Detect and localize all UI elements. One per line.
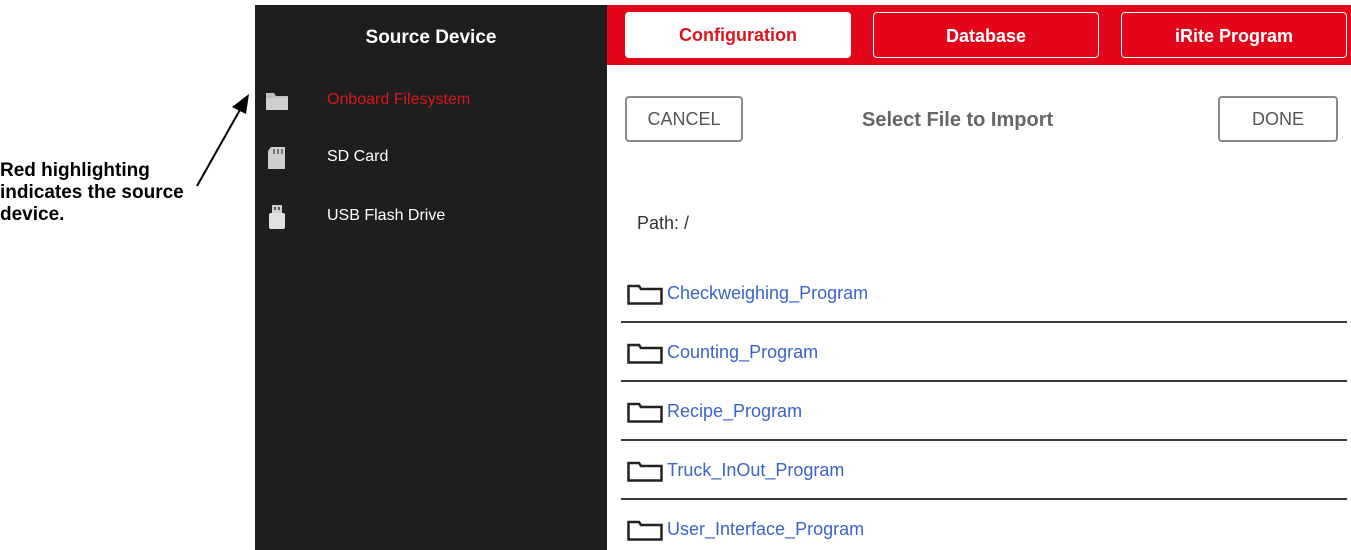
- file-name: User_Interface_Program: [667, 519, 865, 539]
- annotation-line-3: device.: [0, 204, 65, 225]
- source-device-sidebar: Source Device Onboard Filesystem SD Card…: [255, 5, 607, 550]
- path-label: Path: /: [637, 213, 690, 233]
- file-row-recipe-program[interactable]: Recipe_Program: [621, 382, 1347, 441]
- folder-icon: [627, 343, 663, 364]
- file-row-truck-inout-program[interactable]: Truck_InOut_Program: [621, 441, 1347, 500]
- folder-icon: [266, 93, 288, 110]
- sidebar-item-usb-flash-drive[interactable]: USB Flash Drive: [255, 199, 607, 239]
- file-import-panel: CANCEL Select File to Import DONE Path: …: [607, 65, 1351, 550]
- file-name: Checkweighing_Program: [667, 283, 869, 303]
- usb-drive-icon: [269, 205, 285, 229]
- file-row-user-interface-program[interactable]: User_Interface_Program: [621, 500, 1347, 550]
- file-name: Recipe_Program: [667, 401, 803, 421]
- file-row-counting-program[interactable]: Counting_Program: [621, 323, 1347, 382]
- sidebar-item-label: SD Card: [327, 148, 389, 165]
- folder-icon: [627, 461, 663, 482]
- sd-card-icon: [268, 147, 285, 169]
- tab-irite-program[interactable]: iRite Program: [1121, 12, 1347, 58]
- tab-configuration[interactable]: Configuration: [625, 12, 851, 58]
- tab-database[interactable]: Database: [873, 12, 1099, 58]
- sidebar-item-label: Onboard Filesystem: [327, 91, 471, 108]
- dialog-title: Select File to Import: [862, 109, 1054, 131]
- sidebar-item-sd-card[interactable]: SD Card: [255, 140, 607, 180]
- sidebar-item-onboard-filesystem[interactable]: Onboard Filesystem: [255, 83, 607, 123]
- folder-icon: [627, 402, 663, 423]
- done-button[interactable]: DONE: [1218, 96, 1338, 142]
- file-name: Counting_Program: [667, 342, 819, 362]
- folder-icon: [627, 284, 663, 305]
- top-tab-bar: Configuration Database iRite Program: [607, 5, 1351, 65]
- file-name: Truck_InOut_Program: [667, 460, 845, 480]
- annotation-arrow: [196, 94, 249, 187]
- folder-icon: [627, 520, 663, 541]
- sidebar-title: Source Device: [365, 27, 497, 48]
- file-row-checkweighing-program[interactable]: Checkweighing_Program: [621, 264, 1347, 323]
- sidebar-item-label: USB Flash Drive: [327, 207, 446, 224]
- cancel-button[interactable]: CANCEL: [625, 96, 743, 142]
